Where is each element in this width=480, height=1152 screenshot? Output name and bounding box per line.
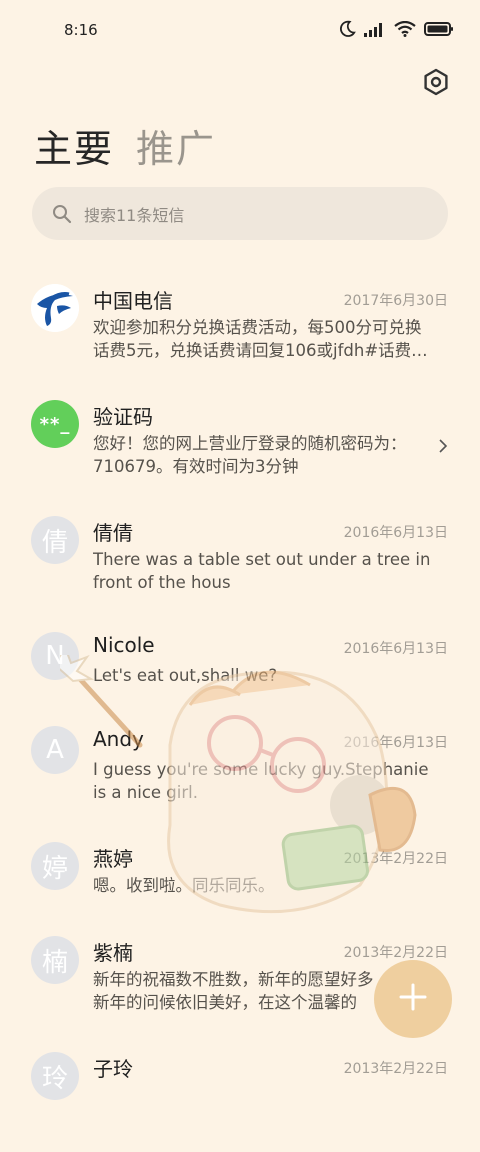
avatar: 楠 — [31, 936, 79, 984]
tab-bar: 主要 推广 — [34, 118, 216, 173]
tab-promotions[interactable]: 推广 — [136, 118, 216, 173]
contact-name: Nicole — [93, 633, 155, 657]
message-preview: 嗯。收到啦。同乐同乐。 — [93, 876, 275, 895]
compose-button[interactable] — [374, 960, 452, 1038]
telecom-logo-avatar — [31, 284, 79, 332]
avatar: N — [31, 632, 79, 680]
status-time: 8:16 — [64, 21, 98, 39]
status-bar: 8:16 — [0, 0, 480, 62]
chevron-right-icon[interactable] — [438, 438, 448, 454]
message-date: 2016年6月13日 — [343, 641, 448, 657]
search-placeholder: 搜索11条短信 — [84, 205, 185, 225]
settings-icon — [422, 68, 450, 100]
moon-icon — [338, 20, 356, 38]
message-preview: There was a table set out under a tree i… — [93, 550, 431, 592]
message-date: 2013年2月22日 — [343, 945, 448, 961]
avatar: 玲 — [31, 1052, 79, 1100]
conversation-item[interactable]: 中国电信 2017年6月30日 欢迎参加积分兑换话费活动，每500分可兑换 话费… — [0, 268, 480, 384]
battery-icon — [424, 21, 454, 37]
tab-primary[interactable]: 主要 — [34, 118, 114, 173]
message-preview: Let's eat out,shall we? — [93, 666, 278, 685]
message-preview: I guess you're some lucky guy.Stephanie … — [93, 760, 429, 802]
message-date: 2017年6月30日 — [343, 293, 448, 309]
contact-name: 紫楠 — [93, 941, 133, 965]
conversation-item[interactable]: 倩 倩倩 2016年6月13日 There was a table set ou… — [0, 500, 480, 616]
contact-name: 倩倩 — [93, 521, 133, 545]
signal-icon — [364, 21, 386, 37]
message-date: 2013年2月22日 — [343, 851, 448, 867]
contact-name: 验证码 — [93, 405, 153, 429]
settings-button[interactable] — [422, 68, 450, 96]
message-date: 2016年6月13日 — [343, 735, 448, 751]
plus-icon — [398, 982, 428, 1016]
conversation-item[interactable]: **_ 验证码 您好！您的网上营业厅登录的随机密码为： 710679。有效时间为… — [0, 384, 480, 500]
avatar: **_ — [31, 400, 79, 448]
conversation-item[interactable]: A Andy 2016年6月13日 I guess you're some lu… — [0, 710, 480, 826]
contact-name: 中国电信 — [93, 289, 173, 313]
status-icons — [338, 20, 454, 38]
message-preview: 您好！您的网上营业厅登录的随机密码为： 710679。有效时间为3分钟 — [93, 434, 407, 476]
message-preview: 欢迎参加积分兑换话费活动，每500分可兑换 话费5元，兑换话费请回复106或jf… — [93, 318, 428, 360]
message-date: 2016年6月13日 — [343, 525, 448, 541]
telecom-logo-icon — [31, 284, 79, 332]
search-bar[interactable]: 搜索11条短信 — [32, 187, 448, 240]
avatar: A — [31, 726, 79, 774]
message-date: 2013年2月22日 — [343, 1061, 448, 1077]
conversation-item[interactable]: 婷 燕婷 2013年2月22日 嗯。收到啦。同乐同乐。 — [0, 826, 480, 920]
wifi-icon — [394, 21, 416, 37]
avatar: 倩 — [31, 516, 79, 564]
conversation-item[interactable]: 玲 子玲 2013年2月22日 — [0, 1036, 480, 1152]
contact-name: Andy — [93, 727, 144, 751]
contact-name: 燕婷 — [93, 847, 133, 871]
contact-name: 子玲 — [93, 1057, 133, 1081]
avatar: 婷 — [31, 842, 79, 890]
conversation-item[interactable]: N Nicole 2016年6月13日 Let's eat out,shall … — [0, 616, 480, 710]
search-icon — [52, 204, 72, 224]
